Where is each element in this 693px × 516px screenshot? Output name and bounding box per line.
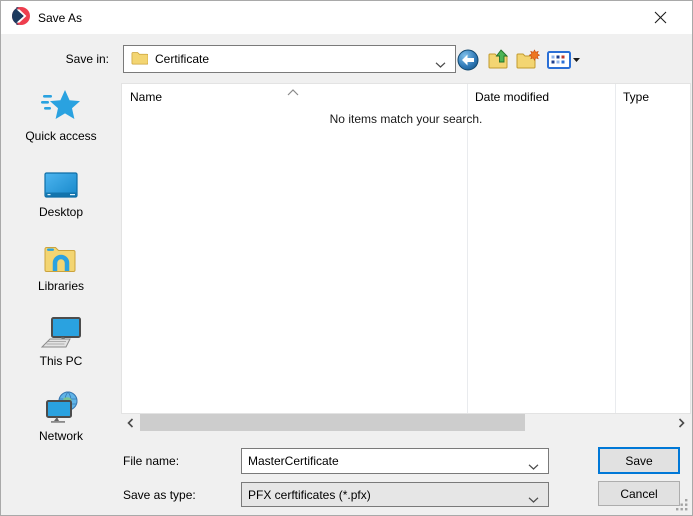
- save-in-combobox[interactable]: Certificate: [123, 45, 456, 73]
- chevron-up-icon: [287, 85, 299, 99]
- sidebar-item-label: Desktop: [11, 205, 111, 219]
- sidebar-item-this-pc[interactable]: This PC: [11, 310, 111, 368]
- scrollbar-thumb[interactable]: [140, 414, 525, 431]
- back-icon[interactable]: [455, 47, 481, 73]
- sidebar-item-label: This PC: [11, 354, 111, 368]
- new-folder-icon[interactable]: [515, 47, 541, 73]
- save-as-type-label: Save as type:: [123, 488, 196, 502]
- app-icon: [12, 7, 30, 28]
- sidebar-item-quick-access[interactable]: Quick access: [11, 85, 111, 143]
- save-as-type-value: PFX cerftificates (*.pfx): [248, 488, 371, 502]
- titlebar: Save As: [1, 1, 692, 34]
- column-header-date-modified[interactable]: Date modified: [475, 90, 549, 104]
- file-name-input[interactable]: [242, 449, 522, 473]
- close-icon[interactable]: [645, 1, 675, 34]
- sidebar-item-label: Quick access: [11, 129, 111, 143]
- resize-grip[interactable]: [675, 498, 689, 512]
- desktop-icon: [11, 161, 111, 201]
- column-separator: [467, 84, 468, 413]
- sidebar-item-network[interactable]: Network: [11, 385, 111, 443]
- file-name-label: File name:: [123, 454, 179, 468]
- sidebar-item-label: Network: [11, 429, 111, 443]
- views-menu-icon[interactable]: [545, 47, 583, 73]
- this-pc-icon: [11, 310, 111, 350]
- up-one-level-icon[interactable]: [485, 47, 511, 73]
- chevron-down-icon: [528, 459, 539, 473]
- empty-list-message: No items match your search.: [122, 112, 690, 126]
- sidebar-item-libraries[interactable]: Libraries: [11, 235, 111, 293]
- chevron-down-icon: [528, 492, 539, 506]
- quick-access-icon: [11, 85, 111, 125]
- file-name-combobox[interactable]: [241, 448, 549, 474]
- file-list: Name Date modified Type No items match y…: [121, 83, 691, 414]
- column-header-type[interactable]: Type: [623, 90, 649, 104]
- scroll-right-icon[interactable]: [673, 414, 690, 431]
- cancel-button[interactable]: Cancel: [598, 481, 680, 506]
- save-as-dialog: Save As Save in: Certificate: [0, 0, 693, 516]
- chevron-down-icon: [435, 57, 446, 71]
- column-separator: [615, 84, 616, 413]
- libraries-icon: [11, 235, 111, 275]
- save-button[interactable]: Save: [598, 447, 680, 474]
- sidebar-item-desktop[interactable]: Desktop: [11, 161, 111, 219]
- window-title: Save As: [38, 11, 82, 25]
- sidebar-item-label: Libraries: [11, 279, 111, 293]
- horizontal-scrollbar[interactable]: [121, 414, 691, 431]
- save-as-type-select[interactable]: PFX cerftificates (*.pfx): [241, 482, 549, 507]
- save-in-location: Certificate: [155, 52, 209, 66]
- column-header-name[interactable]: Name: [130, 90, 162, 104]
- folder-icon: [131, 50, 148, 68]
- save-in-label: Save in:: [29, 52, 109, 66]
- scroll-left-icon[interactable]: [122, 414, 139, 431]
- network-icon: [11, 385, 111, 425]
